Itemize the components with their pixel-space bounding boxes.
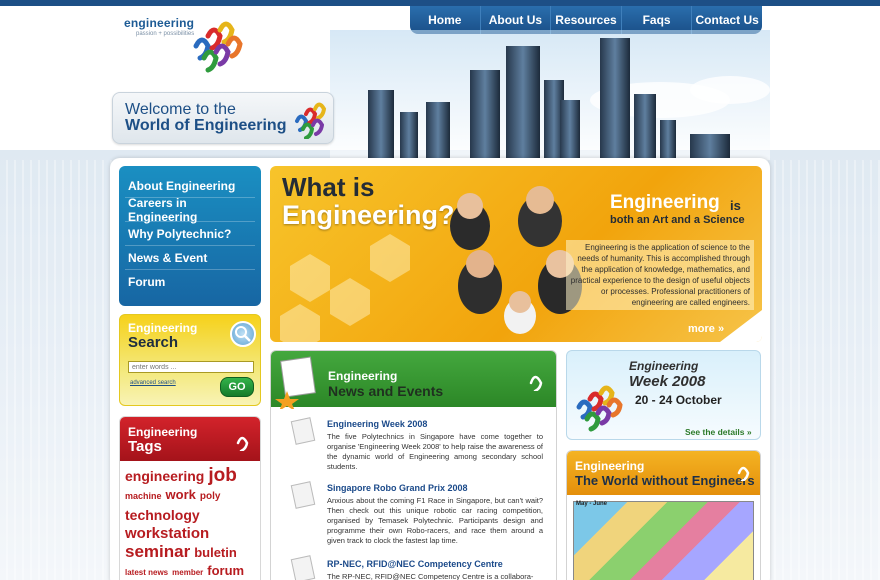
tags-title2: Tags — [128, 438, 162, 455]
menu-item-news-event[interactable]: News & Event — [125, 246, 255, 270]
news-item-title[interactable]: Singapore Robo Grand Prix 2008 — [327, 483, 543, 493]
logo-swirl-icon — [193, 21, 243, 73]
tag-link[interactable]: workstation — [125, 525, 209, 542]
news-item-title[interactable]: Engineering Week 2008 — [327, 419, 543, 429]
week-title2: Week 2008 — [629, 373, 706, 390]
search-title1: Engineering — [128, 321, 198, 335]
menu-item-about-engineering[interactable]: About Engineering — [125, 174, 255, 198]
search-title2: Search — [128, 334, 179, 351]
comic-illustration-image — [573, 501, 754, 580]
week-dates: 20 - 24 October — [635, 393, 722, 407]
world-title2: The World without Engineers — [575, 473, 755, 488]
engineering-week-promo[interactable]: Engineering Week 2008 20 - 24 October Se… — [566, 350, 761, 440]
hero-right-subtitle: both an Art and a Science — [610, 214, 745, 226]
news-title2: News and Events — [328, 383, 444, 399]
news-item-body: The five Polytechnics in Singapore have … — [327, 432, 543, 471]
see-details-link[interactable]: See the details » — [685, 427, 752, 437]
hero-what: What is — [282, 172, 375, 202]
news-item: Singapore Robo Grand Prix 2008 Anxious a… — [327, 483, 543, 546]
tag-link[interactable]: machine — [125, 491, 162, 501]
news-header: Engineering News and Events — [271, 351, 556, 409]
city-skyline-image — [330, 30, 770, 160]
tag-link[interactable]: work — [166, 487, 196, 502]
tag-link[interactable]: job — [208, 465, 237, 486]
more-link[interactable]: more » — [688, 323, 724, 335]
tags-title1: Engineering — [128, 425, 198, 439]
hero-right-title: Engineering — [610, 192, 720, 213]
page-curl-icon — [720, 310, 762, 342]
world-header: Engineering The World without Engineers — [567, 451, 760, 495]
document-icon — [290, 555, 316, 580]
welcome-banner: Welcome to the World of Engineering — [112, 92, 334, 144]
logo-tagline: passion + possibilities — [136, 31, 195, 37]
swirl-icon — [737, 466, 750, 481]
hero-description: Engineering is the application of scienc… — [566, 240, 754, 310]
news-item: Engineering Week 2008 The five Polytechn… — [327, 419, 543, 472]
sidebar-menu: About Engineering Careers in Engineering… — [119, 166, 261, 306]
hero-engineering: Engineering? — [282, 200, 455, 230]
hero-banner[interactable]: What is Engineering? Engineering is both… — [270, 166, 762, 342]
news-item-body: The RP-NEC, RFID@NEC Competency Centre i… — [327, 572, 534, 580]
advanced-search-link[interactable]: advanced search — [130, 380, 176, 386]
welcome-line2: World of Engineering — [125, 117, 287, 134]
menu-item-forum[interactable]: Forum — [125, 270, 255, 294]
welcome-swirl-icon — [295, 102, 327, 139]
week-swirl-icon — [576, 385, 623, 432]
logo-word: engineering — [124, 16, 195, 30]
go-button[interactable]: GO — [220, 377, 254, 397]
menu-item-careers[interactable]: Careers in Engineering — [125, 196, 255, 224]
tag-link[interactable]: latest news — [125, 568, 168, 577]
site-logo[interactable]: engineering passion + possibilities — [124, 16, 254, 76]
tag-link[interactable]: buletin — [194, 545, 237, 560]
news-panel: Engineering News and Events Engineering … — [270, 350, 557, 580]
search-panel: Engineering Search advanced search GO — [119, 314, 261, 406]
notepad-star-icon — [275, 356, 316, 409]
news-title1: Engineering — [328, 369, 398, 383]
tag-cloud: engineering job machine work poly technolog… — [120, 461, 260, 580]
world-without-engineers-panel[interactable]: Engineering The World without Engineers … — [566, 450, 761, 580]
menu-item-why-polytechnic[interactable]: Why Polytechnic? — [125, 222, 255, 246]
swirl-icon — [236, 436, 249, 451]
news-item-body: Anxious about the coming F1 Race in Sing… — [327, 496, 543, 545]
tag-link[interactable]: technology — [125, 507, 200, 523]
search-icon — [230, 321, 256, 347]
week-title1: Engineering — [629, 359, 699, 373]
hero-right-is: is — [730, 198, 741, 213]
tag-link[interactable]: engineering — [125, 468, 204, 484]
document-icon — [290, 417, 316, 445]
world-title1: Engineering — [575, 459, 645, 473]
search-input[interactable] — [128, 361, 254, 373]
news-item-title[interactable]: RP-NEC, RFID@NEC Competency Centre — [327, 559, 543, 569]
tags-header: Engineering Tags — [120, 417, 260, 461]
tag-link[interactable]: poly — [200, 491, 221, 502]
news-item: RP-NEC, RFID@NEC Competency Centre The R… — [327, 559, 543, 580]
tags-panel: Engineering Tags engineering job machine w… — [119, 416, 261, 580]
tag-link[interactable]: member — [172, 568, 203, 577]
comic-label: May - June — [576, 501, 608, 507]
swirl-icon — [529, 375, 543, 391]
document-icon — [290, 481, 316, 509]
tag-link[interactable]: seminar — [125, 542, 190, 561]
tag-link[interactable]: forum — [207, 563, 244, 578]
